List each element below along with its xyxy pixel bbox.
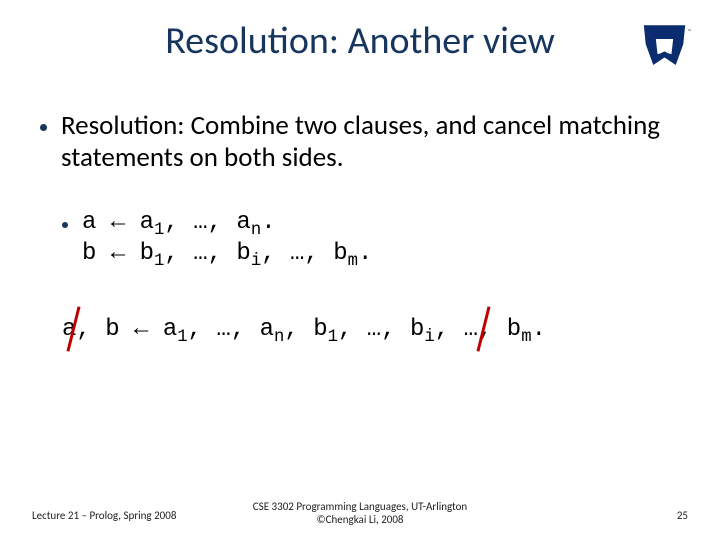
bullet-1-text: Resolution: Combine two clauses, and can…: [61, 110, 680, 175]
footer: Lecture 21 – Prolog, Spring 2008 CSE 330…: [0, 492, 720, 522]
result-line: a, b ← a1, …, an, b1, …, bi, …, bm.: [62, 316, 680, 347]
slide-body: Resolution: Combine two clauses, and can…: [40, 110, 680, 347]
code-bullet: a ← a1, …, an. b ← b1, …, bi, …, bm.: [40, 209, 680, 271]
code-line-a: a ← a1, …, an.: [82, 209, 372, 240]
code-line-b: b ← b1, …, bi, …, bm.: [82, 240, 372, 271]
footer-center: CSE 3302 Programming Languages, UT-Arlin…: [0, 500, 720, 526]
code-block: a ← a1, …, an. b ← b1, …, bi, …, bm. a, …: [40, 209, 680, 347]
slide: Resolution: Another view ™ Resolution: C…: [0, 0, 720, 540]
bullet-1: Resolution: Combine two clauses, and can…: [40, 110, 680, 175]
code-lines: a ← a1, …, an. b ← b1, …, bi, …, bm.: [82, 209, 372, 271]
footer-page-number: 25: [677, 509, 688, 522]
bullet-dot: [40, 124, 47, 131]
svg-text:™: ™: [687, 29, 691, 35]
result-block: a, b ← a1, …, an, b1, …, bi, …, bm.: [62, 316, 680, 347]
bullet-dot-small: [62, 222, 68, 228]
slide-title: Resolution: Another view: [0, 18, 720, 64]
uta-logo: ™: [637, 20, 692, 70]
